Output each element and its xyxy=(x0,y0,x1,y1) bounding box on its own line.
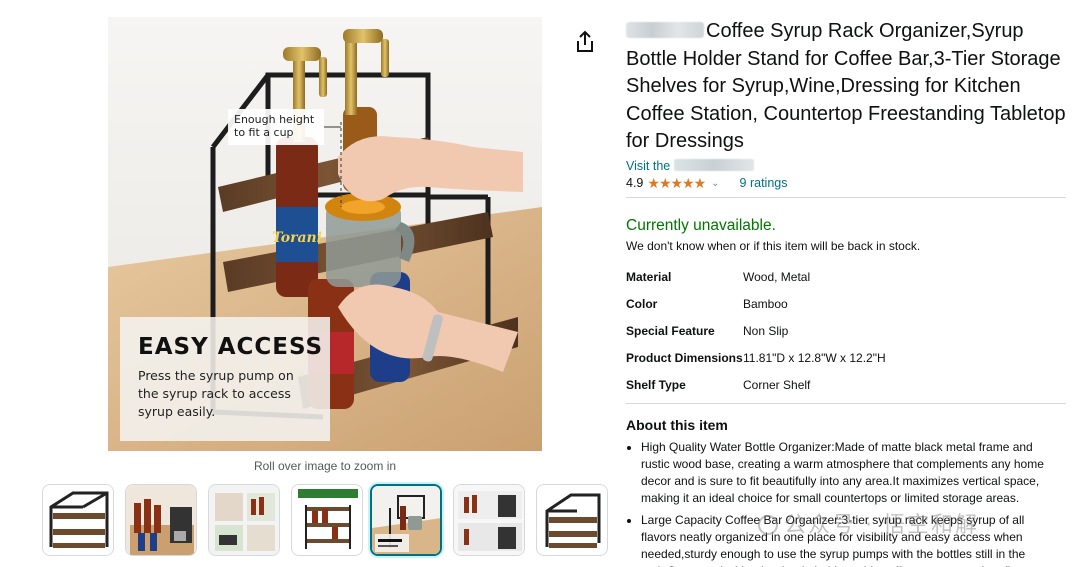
overlay-text: Press the syrup pump on the syrup rack t… xyxy=(138,368,294,419)
spec-row: Shelf Type Corner Shelf xyxy=(626,373,1066,400)
thumbnail-4[interactable] xyxy=(291,484,363,556)
main-product-image[interactable]: Torani Enough height to fit a cup EASY A… xyxy=(108,17,542,451)
rating-value: 4.9 xyxy=(626,176,644,190)
spec-key: Special Feature xyxy=(626,323,715,338)
height-callout: Enough height to fit a cup xyxy=(234,113,315,139)
rating-row: 4.9 ★★★★★ ⌄ 9 ratings xyxy=(626,175,1066,192)
thumbnail-6[interactable] xyxy=(453,484,525,556)
chevron-down-icon[interactable]: ⌄ xyxy=(711,178,719,189)
spec-key: Material xyxy=(626,269,672,284)
zoom-hint: Roll over image to zoom in xyxy=(253,459,397,473)
about-bullet: High Quality Water Bottle Organizer:Made… xyxy=(641,439,1056,507)
brand-name-redacted xyxy=(626,22,704,38)
divider xyxy=(626,196,1066,198)
share-button[interactable] xyxy=(574,30,596,54)
spec-value: 11.81"D x 12.8"W x 12.2"H xyxy=(743,350,886,365)
visit-store-link[interactable]: Visit the xyxy=(626,158,1066,173)
rack-features-thumb xyxy=(209,485,279,555)
product-title-text: Coffee Syrup Rack Organizer,Syrup Bottle… xyxy=(626,20,1066,152)
thumbnail-5-active[interactable] xyxy=(370,484,442,556)
rack-angle-thumb xyxy=(537,485,607,555)
product-details: Coffee Syrup Rack Organizer,Syrup Bottle… xyxy=(626,18,1066,567)
rack-sturdy-thumb xyxy=(292,485,362,555)
spec-key: Shelf Type xyxy=(626,377,686,392)
watermark-text: 公众号 · 悟空和解 xyxy=(784,513,979,538)
thumbnail-strip xyxy=(42,484,612,558)
overlay-title: EASY ACCESS xyxy=(138,334,324,360)
availability-status: Currently unavailable. xyxy=(626,216,776,234)
visit-store-label: Visit the xyxy=(626,158,671,173)
ratings-count-link[interactable]: 9 ratings xyxy=(740,176,788,190)
rack-easy-access-thumb xyxy=(372,486,440,554)
product-spec-table: Material Wood, Metal Color Bamboo Specia… xyxy=(626,265,1066,400)
thumbnail-2[interactable] xyxy=(125,484,197,556)
wechat-icon xyxy=(758,515,778,535)
spec-value: Wood, Metal xyxy=(743,269,811,284)
spec-value: Corner Shelf xyxy=(743,377,811,392)
spec-row: Color Bamboo xyxy=(626,292,1066,319)
spec-value: Non Slip xyxy=(743,323,789,338)
thumbnail-1[interactable] xyxy=(42,484,114,556)
availability-note: We don't know when or if this item will … xyxy=(626,238,921,253)
spec-key: Color xyxy=(626,296,658,311)
about-bullets: High Quality Water Bottle Organizer:Made… xyxy=(626,439,1056,567)
spec-row: Material Wood, Metal xyxy=(626,265,1066,292)
bottle-label-text: Torani xyxy=(272,230,322,246)
divider xyxy=(626,402,1066,404)
spec-value: Bamboo xyxy=(743,296,788,311)
thumbnail-7[interactable] xyxy=(536,484,608,556)
spec-row: Special Feature Non Slip xyxy=(626,319,1066,346)
product-title: Coffee Syrup Rack Organizer,Syrup Bottle… xyxy=(626,18,1066,156)
thumbnail-3[interactable] xyxy=(208,484,280,556)
spec-row: Product Dimensions 11.81"D x 12.8"W x 12… xyxy=(626,346,1066,373)
watermark: 公众号 · 悟空和解 xyxy=(758,507,979,539)
store-name-redacted xyxy=(673,158,754,171)
share-icon xyxy=(577,30,593,52)
rack-bottles-thumb xyxy=(126,485,196,555)
star-rating-icon[interactable]: ★★★★★ xyxy=(647,175,706,192)
about-heading: About this item xyxy=(626,416,728,433)
rack-compare-thumb xyxy=(454,485,524,555)
spec-key: Product Dimensions xyxy=(626,350,743,365)
rack-empty-thumb xyxy=(43,485,113,555)
